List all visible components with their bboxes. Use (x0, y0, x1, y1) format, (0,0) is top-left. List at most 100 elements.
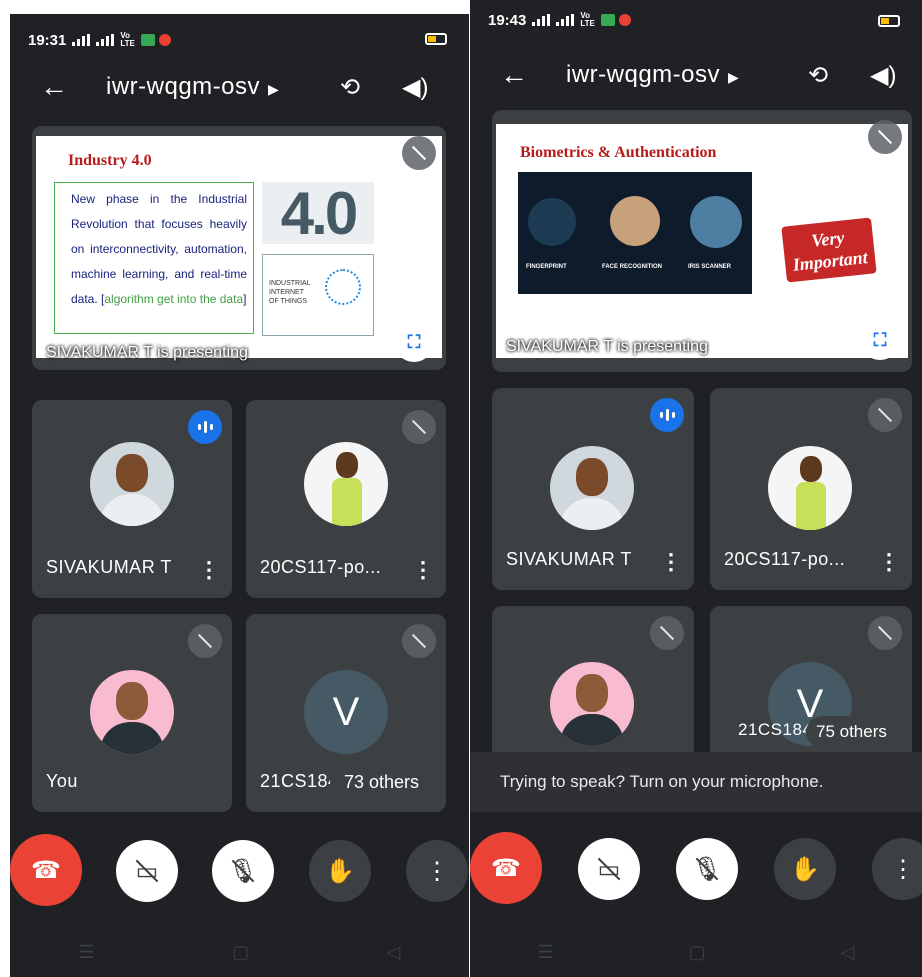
camera-off-button[interactable]: ▭ (116, 840, 178, 902)
mic-off-icon (868, 120, 902, 154)
participant-name: 21CS184 (738, 720, 813, 739)
participant-tile[interactable]: V 21CS184 75 others (710, 606, 912, 776)
participant-tile-self[interactable] (492, 606, 694, 776)
status-bar: 19:43 Vo LTE (470, 0, 922, 40)
biometric-label: FACE RECOGNITION (602, 264, 663, 270)
signal-icon-2 (96, 34, 115, 46)
signal-icon (72, 34, 91, 46)
battery-icon (878, 15, 900, 27)
slide: Industry 4.0 New phase in the Industrial… (36, 136, 442, 358)
speaker-icon[interactable]: ◀) (402, 73, 428, 102)
avatar (550, 446, 634, 530)
system-nav-bar: ☰ ▢ ◁ (470, 927, 922, 977)
letter-avatar: V (304, 670, 388, 754)
back-nav-icon[interactable]: ◁ (841, 942, 855, 963)
back-arrow-icon[interactable]: ← (40, 71, 68, 103)
others-count-chip[interactable]: 75 others (806, 716, 897, 748)
participant-tile[interactable]: 20CS117-po... ⋮ (710, 388, 912, 590)
mic-off-icon (402, 624, 436, 658)
mic-off-icon (650, 616, 684, 650)
presentation-tile[interactable]: Biometrics & Authentication FINGERPRINT … (492, 110, 912, 372)
avatar (550, 662, 634, 746)
system-nav-bar: ☰ ▢ ◁ (10, 927, 469, 977)
slide-text-highlight: algorithm get into the data (104, 292, 244, 306)
signal-icon (532, 14, 551, 26)
fullscreen-icon[interactable]: ⛶ (394, 322, 434, 362)
biometric-label: IRIS SCANNER (688, 264, 732, 270)
end-call-button[interactable]: ☎ (10, 834, 82, 906)
camera-off-button[interactable]: ▭ (578, 838, 640, 900)
caret-right-icon: ▶ (268, 81, 280, 97)
others-count-chip[interactable]: 73 others (330, 764, 434, 801)
iiot-label: INDUSTRIAL INTERNET OF THINGS (269, 280, 311, 305)
participant-tile-self[interactable]: You (32, 614, 232, 812)
presenting-caption: SIVAKUMAR T is presenting (506, 338, 708, 355)
slide-text-end: ] (243, 292, 247, 306)
app-notification-icon (618, 14, 631, 26)
slide-title: Industry 4.0 (68, 152, 152, 169)
slide: Biometrics & Authentication FINGERPRINT … (496, 124, 908, 358)
back-arrow-icon[interactable]: ← (500, 59, 528, 91)
menu-icon[interactable]: ☰ (79, 942, 95, 963)
participant-tile[interactable]: 20CS117-po... ⋮ (246, 400, 446, 598)
meeting-code: iwr-wqgm-osv (566, 61, 721, 88)
more-options-icon[interactable]: ⋮ (412, 559, 434, 581)
eye-image (690, 196, 742, 248)
meeting-title[interactable]: iwr-wqgm-osv ▶ (106, 73, 279, 101)
industry-40-graphic: 4.0 (262, 180, 374, 247)
mic-off-button[interactable]: 🎙 (212, 840, 274, 902)
menu-icon[interactable]: ☰ (538, 942, 554, 963)
speaking-indicator-icon (650, 398, 684, 432)
more-options-icon[interactable]: ⋮ (878, 551, 900, 573)
presentation-tile[interactable]: Industry 4.0 New phase in the Industrial… (32, 126, 446, 370)
volte-icon: Vo LTE (580, 11, 595, 28)
fullscreen-icon[interactable]: ⛶ (860, 320, 900, 360)
home-icon[interactable]: ▢ (232, 942, 249, 963)
presenting-caption: SIVAKUMAR T is presenting (46, 344, 248, 361)
mic-off-icon (868, 616, 902, 650)
switch-camera-icon[interactable]: ⟲ (340, 73, 360, 102)
mic-off-button[interactable]: 🎙 (676, 838, 738, 900)
avatar (304, 442, 388, 526)
iiot-graphic: INDUSTRIAL INTERNET OF THINGS (262, 254, 374, 336)
participant-tile[interactable]: SIVAKUMAR T ⋮ (492, 388, 694, 590)
avatar (90, 670, 174, 754)
avatar (768, 446, 852, 530)
back-nav-icon[interactable]: ◁ (386, 942, 400, 963)
battery-icon (425, 33, 447, 45)
more-options-icon[interactable]: ⋮ (660, 551, 682, 573)
fingerprint-image (528, 198, 576, 246)
speaker-icon[interactable]: ◀) (870, 61, 896, 90)
biometric-label: FINGERPRINT (526, 264, 567, 270)
slide-text: New phase in the Industrial Revolution t… (71, 192, 247, 306)
meeting-title[interactable]: iwr-wqgm-osv ▶ (566, 61, 739, 89)
mic-off-icon (868, 398, 902, 432)
mic-off-icon (402, 136, 436, 170)
speaking-indicator-icon (188, 410, 222, 444)
switch-camera-icon[interactable]: ⟲ (808, 61, 828, 90)
end-call-button[interactable]: ☎ (470, 832, 542, 904)
raise-hand-button[interactable]: ✋ (309, 840, 371, 902)
mic-off-icon (402, 410, 436, 444)
status-time: 19:43 (488, 11, 527, 29)
meeting-header: ← iwr-wqgm-osv ▶ ⟲ ◀) (470, 50, 922, 100)
avatar (90, 442, 174, 526)
home-icon[interactable]: ▢ (689, 942, 706, 963)
more-options-button[interactable]: ⋮ (872, 838, 922, 900)
raise-hand-button[interactable]: ✋ (774, 838, 836, 900)
more-options-icon[interactable]: ⋮ (198, 559, 220, 581)
participant-name: SIVAKUMAR T (506, 549, 632, 569)
left-phone-screen: 19:31 Vo LTE ← iwr-wqgm-osv ▶ ⟲ ◀) Industr… (10, 14, 469, 977)
slide-body: New phase in the Industrial Revolution t… (54, 182, 254, 334)
meeting-header: ← iwr-wqgm-osv ▶ ⟲ ◀) (10, 62, 469, 112)
participant-tile[interactable]: V 21CS184 73 others (246, 614, 446, 812)
participant-name: You (46, 771, 78, 791)
gallery-icon (140, 34, 155, 46)
participant-name: 20CS117-po... (260, 557, 382, 577)
participant-tile[interactable]: SIVAKUMAR T ⋮ (32, 400, 232, 598)
mic-reminder-toast: Trying to speak? Turn on your microphone… (470, 752, 922, 812)
participant-name: 21CS184 (260, 771, 339, 791)
lightbulb-icon (325, 269, 361, 305)
more-options-button[interactable]: ⋮ (406, 840, 468, 902)
meeting-code: iwr-wqgm-osv (106, 73, 261, 100)
